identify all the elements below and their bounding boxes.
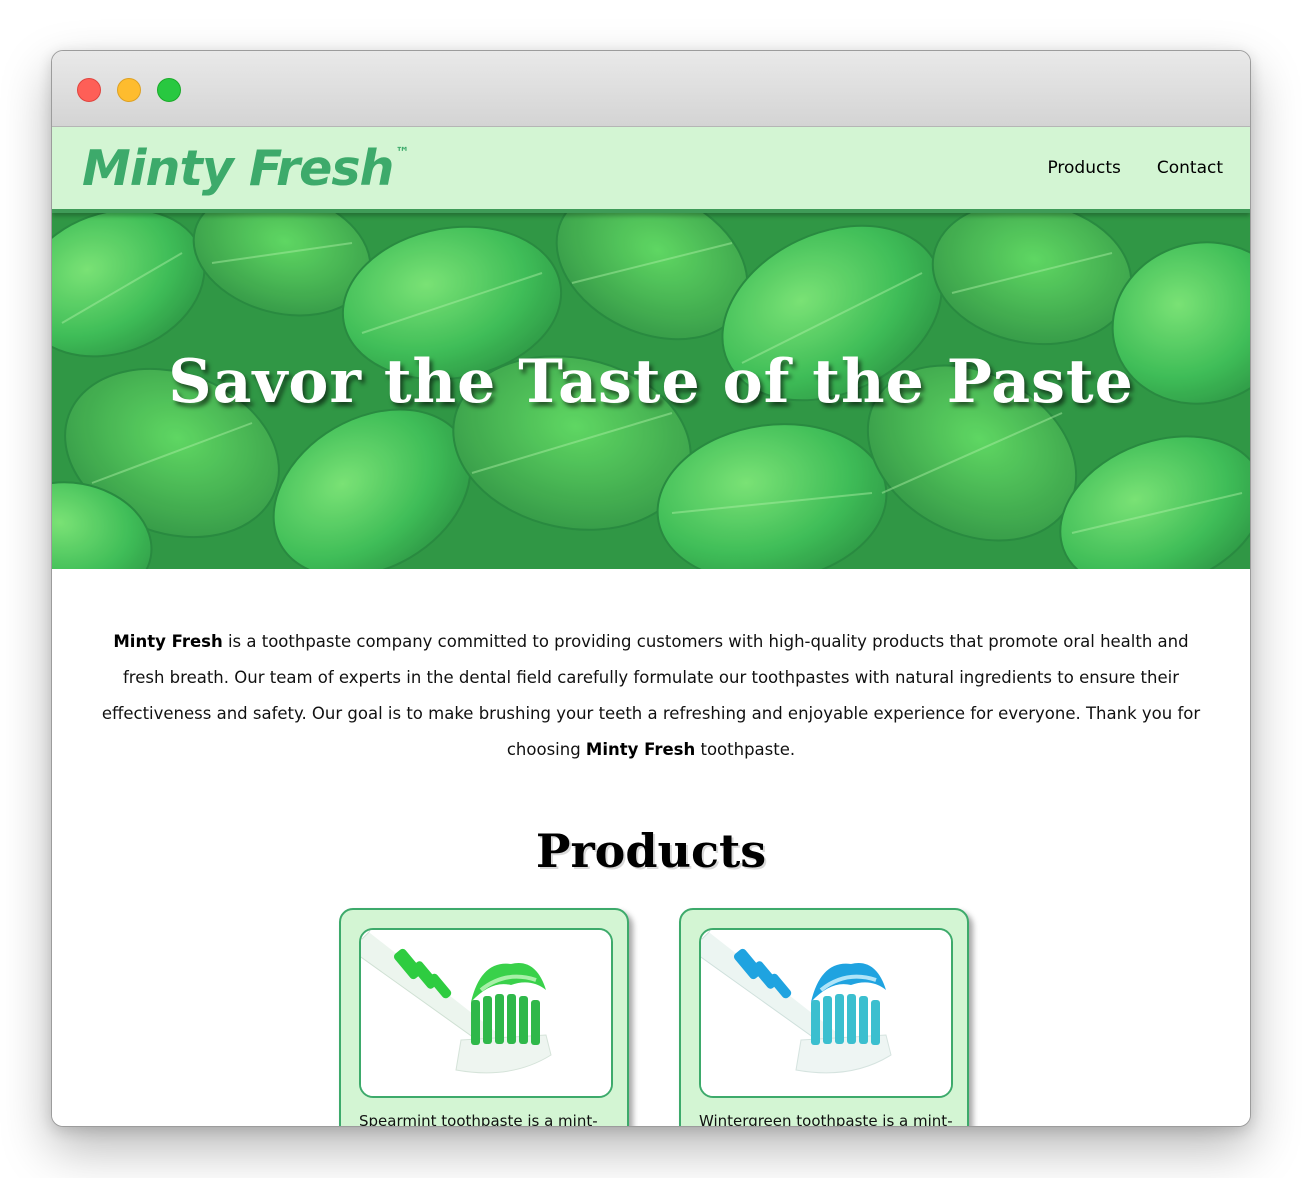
nav-link-contact[interactable]: Contact xyxy=(1157,158,1223,178)
about-brand-name-2: Minty Fresh xyxy=(585,740,696,759)
products-heading: Products xyxy=(535,824,767,878)
about-text-2: toothpaste. xyxy=(695,740,796,759)
hero-banner: Savor the Taste of the Paste xyxy=(52,213,1250,569)
product-image-wintergreen xyxy=(699,928,953,1098)
trademark-symbol: ™ xyxy=(395,145,409,161)
brand-logo-text: Minty Fresh xyxy=(82,140,394,197)
page-viewport: Minty Fresh ™ Products Contact Savor the… xyxy=(52,127,1250,1127)
window-titlebar xyxy=(52,51,1250,127)
product-cards: Spearmint toothpaste is a mint- Wintergr… xyxy=(52,908,1250,1127)
product-image-spearmint xyxy=(359,928,613,1098)
about-paragraph: Minty Fresh is a toothpaste company comm… xyxy=(101,624,1201,768)
brand-logo[interactable]: Minty Fresh ™ xyxy=(82,140,409,197)
green-toothpaste-icon xyxy=(361,930,611,1096)
product-card-spearmint[interactable]: Spearmint toothpaste is a mint- xyxy=(339,908,629,1127)
nav-link-products[interactable]: Products xyxy=(1047,158,1120,178)
product-description-wintergreen: Wintergreen toothpaste is a mint- xyxy=(699,1112,953,1127)
page-background: Minty Fresh ™ Products Contact Savor the… xyxy=(0,0,1302,1178)
main-nav: Products Contact xyxy=(1047,158,1223,178)
site-header: Minty Fresh ™ Products Contact xyxy=(52,127,1250,213)
minimize-window-button[interactable] xyxy=(117,78,141,102)
close-window-button[interactable] xyxy=(77,78,101,102)
about-brand-name: Minty Fresh xyxy=(113,632,223,651)
blue-toothpaste-icon xyxy=(701,930,951,1096)
browser-window: Minty Fresh ™ Products Contact Savor the… xyxy=(51,50,1251,1127)
zoom-window-button[interactable] xyxy=(157,78,181,102)
product-description-spearmint: Spearmint toothpaste is a mint- xyxy=(359,1112,598,1127)
product-card-wintergreen[interactable]: Wintergreen toothpaste is a mint- xyxy=(679,908,969,1127)
hero-title: Savor the Taste of the Paste xyxy=(168,347,1134,417)
